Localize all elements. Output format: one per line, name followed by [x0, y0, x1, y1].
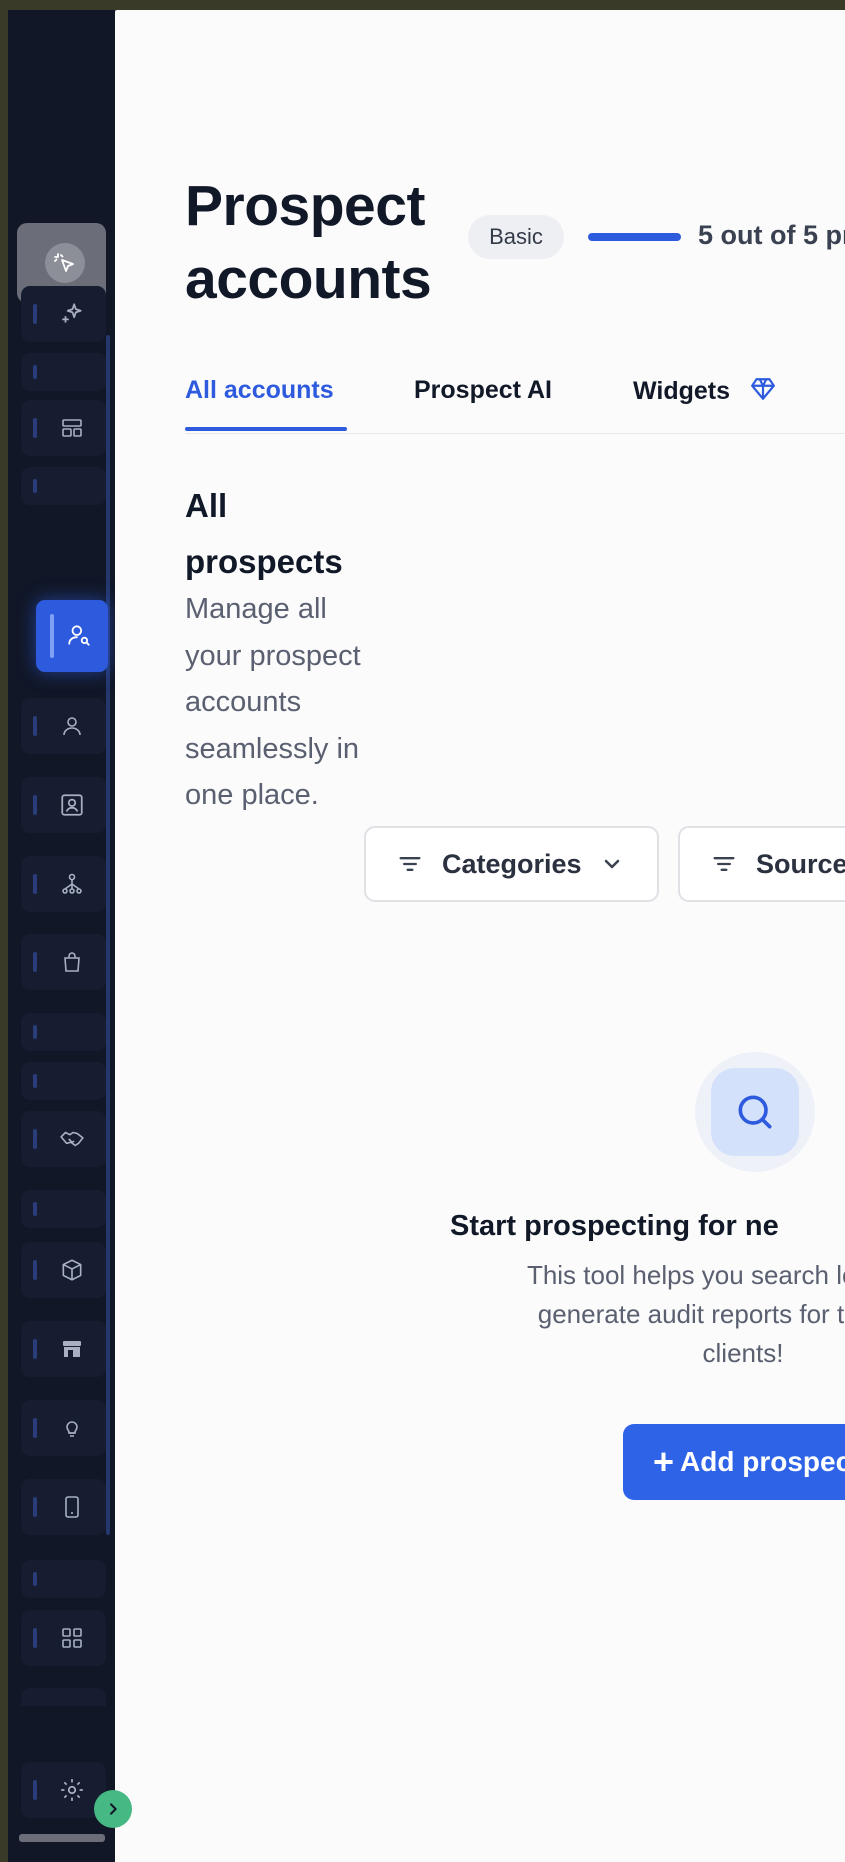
sidebar-bottom-bar — [19, 1834, 105, 1842]
mobile-icon — [59, 1494, 85, 1520]
active-tab-indicator — [185, 427, 347, 431]
item-indicator — [33, 418, 37, 438]
section-title: All prospects — [185, 487, 343, 580]
item-indicator — [33, 1260, 37, 1280]
add-prospect-button[interactable]: + Add prospec — [623, 1424, 845, 1500]
plan-badge: Basic — [468, 215, 564, 259]
sidebar-item-store[interactable] — [21, 1321, 106, 1377]
empty-state-icon — [695, 1052, 815, 1172]
sidebar-item-ideas[interactable] — [21, 1400, 106, 1456]
usage-text: 5 out of 5 pr — [698, 220, 845, 250]
package-icon — [59, 1257, 85, 1283]
item-indicator — [33, 716, 37, 736]
sidebar-item-collapsed[interactable] — [21, 353, 106, 391]
categories-filter-button[interactable]: Categories — [364, 826, 659, 902]
hierarchy-icon — [59, 871, 85, 897]
filter-label: Categories — [442, 848, 582, 879]
settings-icon — [59, 1777, 85, 1803]
filter-icon — [713, 857, 735, 871]
chevron-down-icon — [604, 859, 619, 869]
item-indicator — [33, 1129, 37, 1149]
diamond-icon — [751, 378, 775, 400]
section-description: Manage all your prospect accounts seamle… — [185, 593, 361, 811]
sidebar-item-mobile[interactable] — [21, 1479, 106, 1535]
empty-state-description: This tool helps you search local busin g… — [313, 1256, 845, 1373]
chevron-right-icon — [110, 1803, 117, 1815]
item-indicator — [33, 1202, 37, 1216]
tab-widgets[interactable]: Widgets — [633, 376, 777, 406]
description-line: clients! — [702, 1338, 784, 1368]
usage-progress-bar — [588, 233, 681, 241]
sparkle-icon — [59, 301, 85, 327]
item-indicator — [33, 795, 37, 815]
item-indicator — [33, 365, 37, 379]
description-line: This tool helps you search local busin — [526, 1260, 845, 1290]
item-indicator — [33, 1497, 37, 1517]
item-indicator — [33, 874, 37, 894]
sidebar-scrollbar[interactable] — [106, 335, 110, 1535]
sidebar-item-products[interactable] — [21, 1242, 106, 1298]
item-indicator — [33, 1025, 37, 1039]
store-icon — [59, 1336, 85, 1362]
user-search-icon — [66, 622, 92, 648]
source-filter-button[interactable]: Source — [678, 826, 845, 902]
item-indicator — [33, 304, 37, 324]
item-indicator — [33, 1339, 37, 1359]
sidebar-item-collapsed[interactable] — [21, 1560, 106, 1598]
tab-bar: All accounts Prospect AI Widgets — [185, 360, 845, 434]
sidebar-item-prospects[interactable] — [36, 600, 108, 672]
sidebar — [8, 10, 115, 1862]
button-label: Add prospec — [680, 1446, 845, 1477]
expand-sidebar-button[interactable] — [94, 1790, 132, 1828]
item-indicator — [33, 1074, 37, 1088]
main-content: Prospect accounts Basic 5 out of 5 pr Al… — [115, 10, 845, 1862]
filter-label: Source — [756, 848, 845, 879]
item-indicator — [33, 479, 37, 493]
grid-icon — [59, 1625, 85, 1651]
sidebar-item-collapsed[interactable] — [21, 1062, 106, 1100]
item-indicator — [33, 1572, 37, 1586]
user-icon — [59, 713, 85, 739]
item-indicator — [33, 1628, 37, 1648]
layout-icon — [59, 415, 85, 441]
sidebar-item-contacts[interactable] — [21, 777, 106, 833]
item-indicator — [33, 1780, 37, 1800]
sidebar-item-users[interactable] — [21, 698, 106, 754]
tab-label: Widgets — [633, 377, 730, 405]
sidebar-item-partners[interactable] — [21, 1111, 106, 1167]
contact-card-icon — [59, 792, 85, 818]
sidebar-item-collapsed[interactable] — [21, 1013, 106, 1051]
description-line: generate audit reports for them. Sta — [537, 1299, 845, 1329]
item-indicator — [33, 952, 37, 972]
item-indicator — [33, 1418, 37, 1438]
sidebar-item-collapsed[interactable] — [21, 467, 106, 505]
plus-icon: + — [653, 1441, 675, 1482]
sidebar-item-collapsed[interactable] — [21, 1190, 106, 1228]
filter-icon — [399, 857, 421, 871]
sidebar-item-shop[interactable] — [21, 934, 106, 990]
page-title: Prospect accounts — [185, 174, 432, 311]
sidebar-item-ai[interactable] — [21, 286, 106, 342]
shopping-bag-icon — [59, 949, 85, 975]
search-icon — [738, 1095, 772, 1129]
lightbulb-icon — [59, 1415, 85, 1441]
item-indicator — [50, 614, 54, 658]
app-window: Prospect accounts Basic 5 out of 5 pr Al… — [8, 10, 845, 1862]
tab-prospect-ai[interactable]: Prospect AI — [414, 376, 552, 405]
sidebar-item-hierarchy[interactable] — [21, 856, 106, 912]
cursor-click-icon — [45, 243, 85, 283]
sidebar-item-dashboard[interactable] — [21, 400, 106, 456]
sidebar-item-collapsed[interactable] — [21, 1688, 106, 1706]
handshake-icon — [59, 1126, 85, 1152]
tab-all-accounts[interactable]: All accounts — [185, 376, 334, 405]
sidebar-item-apps[interactable] — [21, 1610, 106, 1666]
empty-state-title: Start prospecting for ne — [450, 1210, 779, 1242]
